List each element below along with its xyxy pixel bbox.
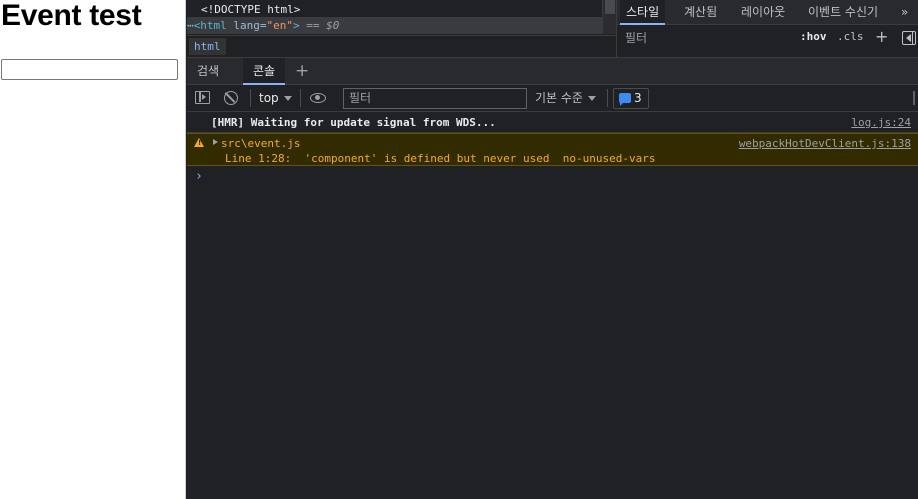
console-output: [HMR] Waiting for update signal from WDS…: [187, 112, 918, 499]
message-icon: [619, 93, 631, 106]
context-label: top: [259, 91, 279, 105]
context-selector[interactable]: top: [259, 85, 292, 112]
styles-tabbar: 스타일 계산됨 레이아웃 이벤트 수신기 »: [617, 0, 918, 25]
chevron-down-icon: [283, 96, 292, 101]
console-prompt[interactable]: ›: [195, 169, 203, 184]
issues-button[interactable]: 3: [613, 88, 649, 109]
tab-console[interactable]: 콘솔: [243, 58, 286, 85]
selected-node-marker: == $0: [299, 19, 340, 32]
warning-file[interactable]: src\event.js: [221, 136, 300, 151]
log-levels-dropdown[interactable]: 기본 수준: [535, 85, 596, 112]
toolbar-divider: [607, 89, 608, 107]
page-heading: Event test: [1, 0, 142, 32]
html-tag-close: >: [293, 19, 300, 32]
ellipsis-icon[interactable]: ⋯: [187, 19, 194, 32]
chevron-down-icon: [587, 96, 596, 101]
tab-event-listeners[interactable]: 이벤트 수신기: [808, 0, 878, 25]
tab-search[interactable]: 검색: [187, 58, 229, 85]
styles-pane: 스타일 계산됨 레이아웃 이벤트 수신기 » 필터 :hov .cls +: [616, 0, 918, 57]
cls-toggle[interactable]: .cls: [837, 30, 864, 43]
event-text-input[interactable]: [1, 59, 178, 80]
more-tabs-icon[interactable]: »: [901, 0, 908, 25]
lang-attr: lang=: [226, 19, 267, 32]
issues-count: 3: [634, 91, 642, 105]
tab-layout[interactable]: 레이아웃: [741, 0, 785, 25]
clear-console-icon[interactable]: [224, 91, 238, 105]
console-toolbar: top 필터 기본 수준 3: [187, 85, 918, 112]
message-text: [HMR] Waiting for update signal from WDS…: [211, 116, 496, 129]
styles-filter-bar: 필터 :hov .cls +: [617, 26, 918, 52]
toolbar-overflow-divider: [913, 91, 915, 105]
tab-styles[interactable]: 스타일: [620, 0, 666, 25]
warning-icon: [194, 138, 204, 147]
lang-value: "en": [266, 19, 294, 32]
breadcrumb-html[interactable]: html: [189, 38, 226, 55]
live-expression-eye-icon[interactable]: [310, 93, 326, 103]
warning-detail: Line 1:28: 'component' is defined but ne…: [225, 152, 656, 165]
breadcrumb: html: [187, 35, 616, 57]
source-link[interactable]: log.js:24: [851, 112, 911, 133]
source-link[interactable]: webpackHotDevClient.js:138: [739, 136, 911, 151]
expand-arrow-icon[interactable]: [213, 139, 218, 145]
devtools-panel: <!DOCTYPE html> ⋯<html lang="en"> == $0 …: [187, 0, 918, 499]
elements-panel: <!DOCTYPE html> ⋯<html lang="en"> == $0 …: [187, 0, 616, 57]
toolbar-divider: [300, 89, 301, 107]
toolbar-divider: [250, 89, 251, 107]
elements-scrollbar[interactable]: [602, 0, 616, 34]
console-filter-input[interactable]: 필터: [343, 88, 527, 109]
styles-filter-input[interactable]: 필터: [621, 28, 789, 49]
console-sidebar-icon[interactable]: [195, 91, 210, 104]
html-tag-open: <html: [193, 19, 227, 32]
toggle-sidebar-icon[interactable]: [902, 31, 916, 45]
html-node-selected[interactable]: ⋯<html lang="en"> == $0: [187, 17, 602, 34]
doctype-node[interactable]: <!DOCTYPE html>: [201, 1, 300, 18]
console-message-info: [HMR] Waiting for update signal from WDS…: [187, 112, 918, 133]
new-style-rule-button[interactable]: +: [875, 28, 888, 46]
log-levels-label: 기본 수준: [535, 91, 583, 105]
tab-computed[interactable]: 계산됨: [684, 0, 717, 25]
scrollbar-thumb[interactable]: [605, 0, 615, 14]
page-viewport: Event test: [0, 0, 186, 499]
console-message-warning: src\event.js Line 1:28: 'component' is d…: [187, 133, 918, 166]
add-tab-button[interactable]: +: [295, 61, 309, 81]
drawer-tabbar: 검색 콘솔 +: [187, 57, 918, 85]
hov-toggle[interactable]: :hov: [800, 30, 827, 43]
